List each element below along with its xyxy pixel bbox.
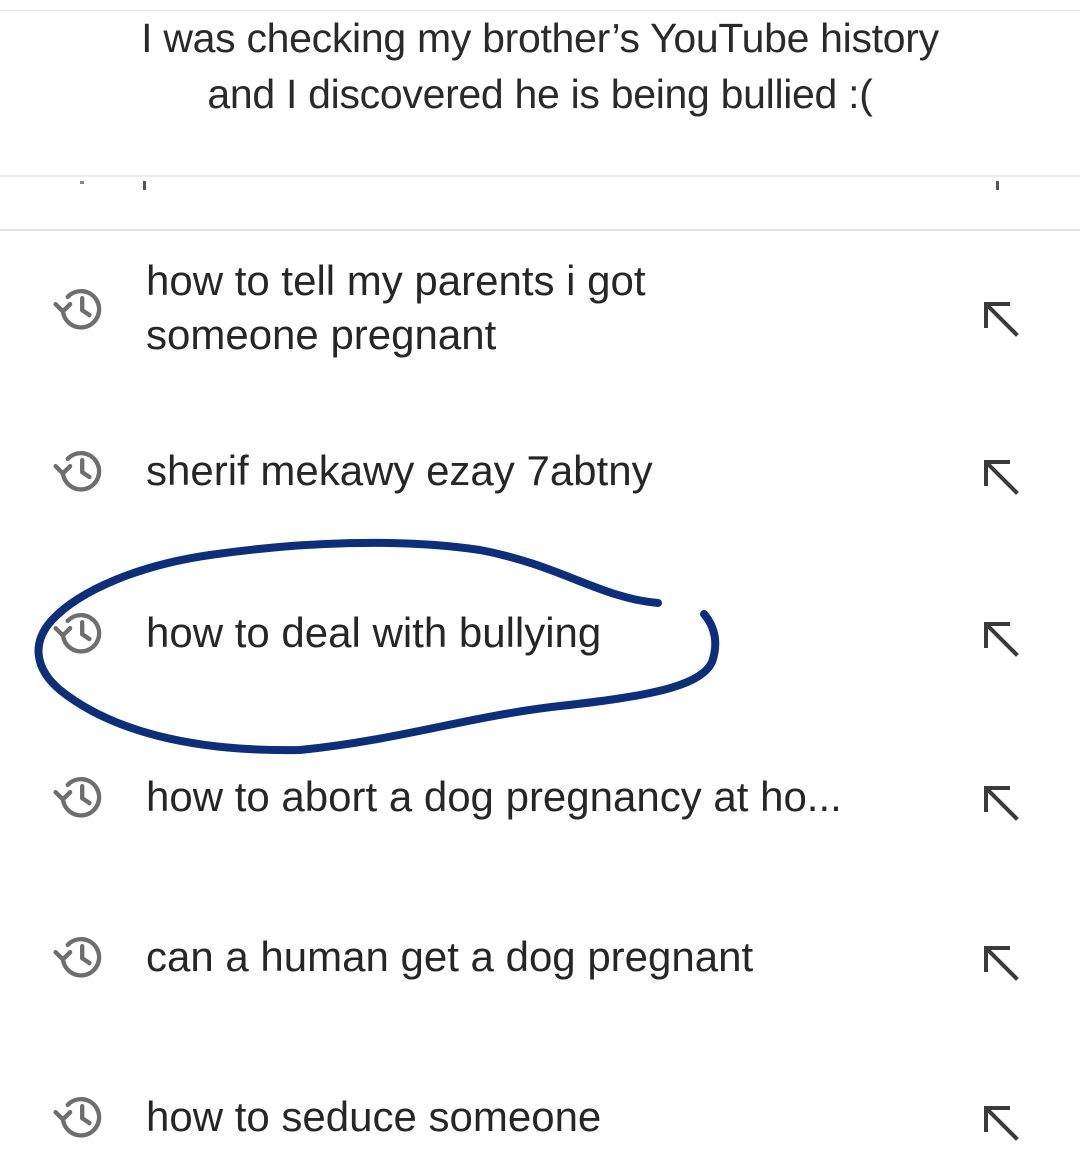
history-icon: [52, 442, 110, 500]
history-item-text: how to abort a dog pregnancy at ho...: [146, 773, 842, 820]
fill-search-arrow-icon[interactable]: [978, 454, 1022, 498]
search-bar-mark: [80, 181, 84, 184]
history-icon: [52, 280, 110, 338]
fill-search-arrow-icon[interactable]: [978, 616, 1022, 660]
history-icon: [52, 604, 110, 662]
history-item-text: can a human get a dog pregnant: [146, 933, 754, 980]
caption-line-2: and I discovered he is being bullied :(: [207, 71, 873, 117]
history-item-text: how to tell my parents i got someone pre…: [146, 257, 646, 358]
history-item-text: how to seduce someone: [146, 1093, 602, 1140]
history-icon: [52, 928, 110, 986]
history-item-text: sherif mekawy ezay 7abtny: [146, 447, 653, 494]
history-icon: [52, 768, 110, 826]
meme-caption: I was checking my brother’s YouTube hist…: [0, 10, 1080, 122]
history-icon: [52, 1088, 110, 1146]
history-item-text: how to deal with bullying: [146, 609, 602, 656]
fill-search-arrow-icon[interactable]: [978, 1100, 1022, 1144]
fill-search-arrow-icon[interactable]: [978, 296, 1022, 340]
caption-line-1: I was checking my brother’s YouTube hist…: [141, 15, 939, 61]
search-bar-mark: [143, 181, 146, 190]
search-bar[interactable]: [0, 175, 1080, 231]
fill-search-arrow-icon[interactable]: [978, 940, 1022, 984]
fill-search-arrow-icon[interactable]: [978, 780, 1022, 824]
search-bar-mark: [996, 181, 999, 190]
